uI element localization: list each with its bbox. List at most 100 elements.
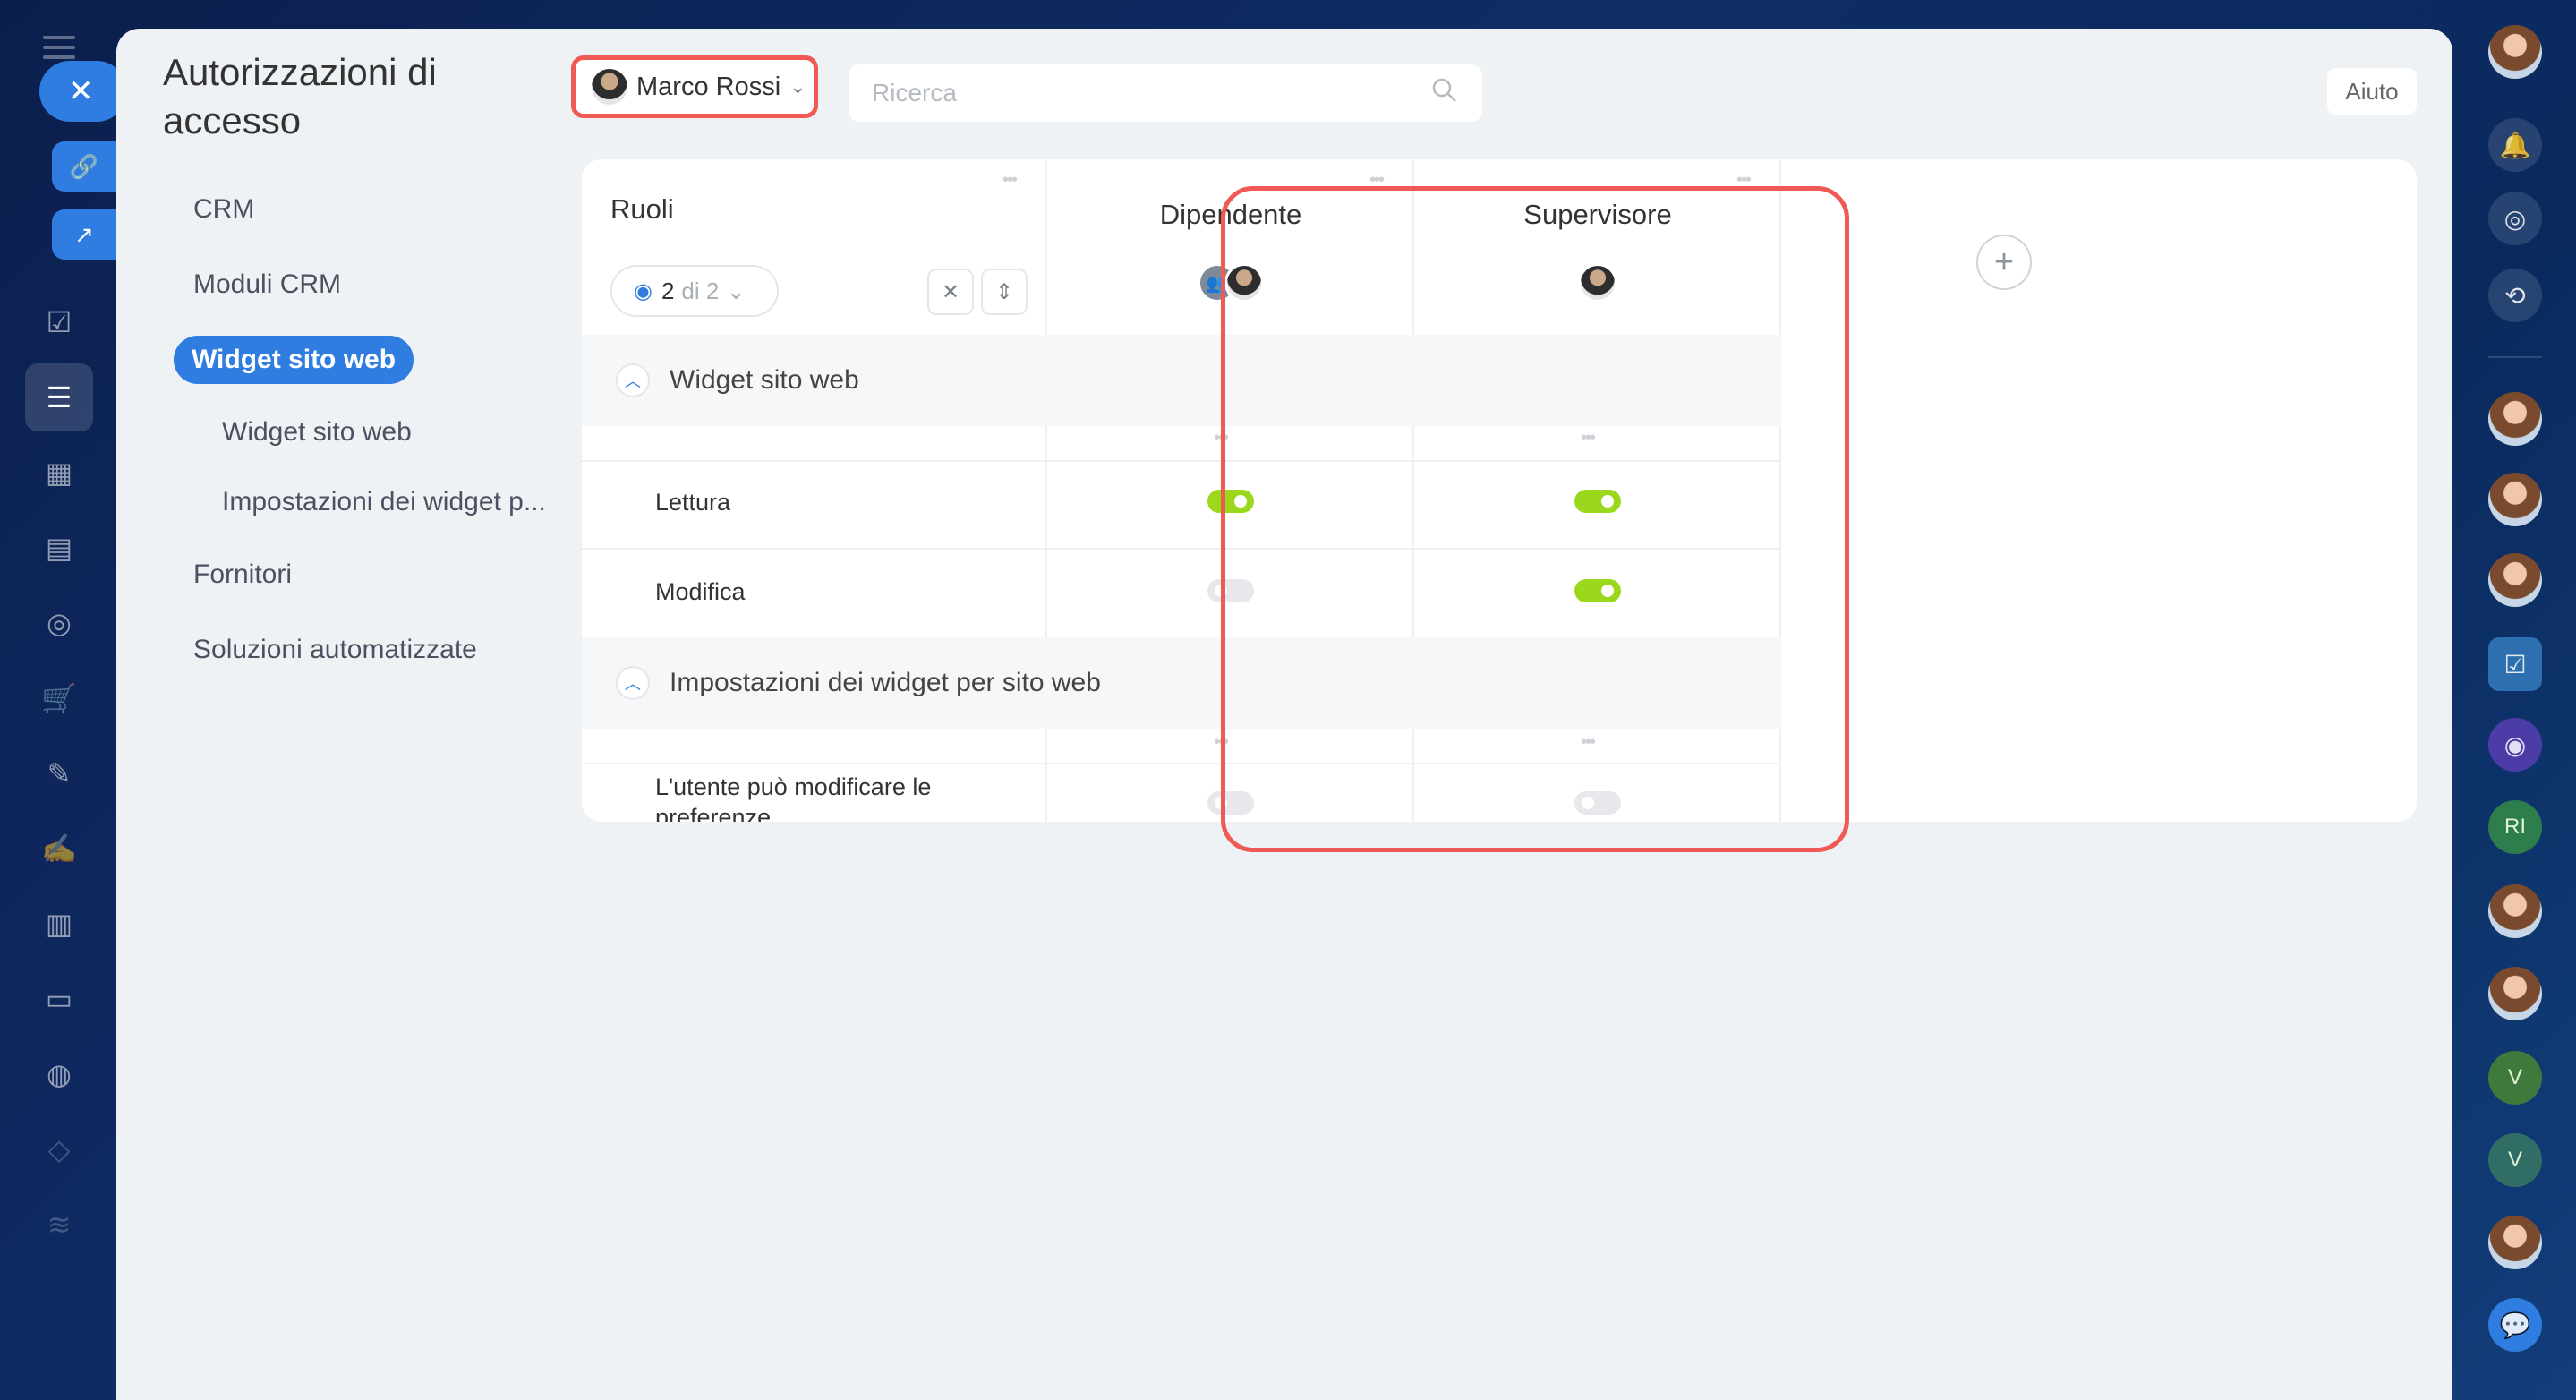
document-icon[interactable]: ✎ (34, 748, 84, 798)
avatar[interactable] (2488, 473, 2542, 526)
permission-label: L'utente può modificare le preferenze (655, 773, 932, 822)
row-divider (582, 548, 1781, 550)
add-role-column: + (1781, 159, 2417, 822)
avatar[interactable] (2488, 1216, 2542, 1269)
role-title[interactable]: Dipendente (1047, 199, 1414, 231)
role-members[interactable] (1414, 263, 1781, 303)
avatar-initials[interactable]: V (2488, 1051, 2542, 1105)
avatar-initials[interactable]: RI (2488, 800, 2542, 854)
cart-icon[interactable]: 🛒 (34, 673, 84, 723)
bell-icon[interactable]: 🔔 (2488, 118, 2542, 172)
copilot-icon[interactable]: ◎ (2488, 192, 2542, 245)
avatar (1578, 263, 1617, 303)
visible-total: di 2 (681, 277, 720, 304)
search-icon (1430, 76, 1459, 111)
lines-icon[interactable]: ≋ (34, 1199, 84, 1250)
expand-all-icon[interactable]: ⇕ (981, 269, 1028, 315)
role-members[interactable]: 👥 (1047, 263, 1414, 303)
current-user-avatar[interactable] (2488, 25, 2542, 79)
sign-icon[interactable]: ✍ (34, 824, 84, 874)
tasks-icon[interactable]: ☑ (34, 297, 84, 347)
chevron-up-icon[interactable]: ︿ (616, 363, 650, 397)
visible-roles-selector[interactable]: ◉ 2 di 2 ⌄ (610, 265, 779, 317)
avatar[interactable] (2488, 967, 2542, 1020)
row-divider (582, 460, 1781, 462)
more-icon[interactable]: ••• (1581, 732, 1596, 753)
avatar[interactable] (2488, 553, 2542, 607)
section-row: ︿ Widget sito web (582, 335, 1781, 426)
robot-icon[interactable]: ◍ (34, 1049, 84, 1099)
toggle-switch[interactable] (1574, 490, 1621, 513)
section-title[interactable]: ︿ Widget sito web (616, 335, 859, 426)
search-input[interactable]: Ricerca (849, 64, 1482, 122)
section-row: ︿ Impostazioni dei widget per sito web (582, 637, 1781, 729)
submenu-item-label: Widget sito web (222, 417, 412, 447)
permissions-table: Ruoli ••• ◉ 2 di 2 ⌄ ✕ ⇕ ••• Dipendente … (582, 159, 2417, 822)
menu-item-automated-solutions[interactable]: Soluzioni automatizzate (145, 612, 610, 687)
divider (2488, 356, 2542, 358)
submenu-item-label: Impostazioni dei widget p... (222, 487, 546, 516)
menu-item-crm[interactable]: CRM (145, 172, 610, 247)
page-title: Autorizzazioni di accesso (163, 51, 437, 141)
menu-item-website-widget[interactable]: Widget sito web (145, 322, 610, 397)
menu-item-label: Fornitori (193, 559, 293, 589)
section-title-text: Widget sito web (670, 365, 859, 395)
chat-icon[interactable]: 💬 (2488, 1298, 2542, 1352)
toggle-switch[interactable] (1207, 791, 1254, 815)
menu-item-label: CRM (193, 194, 255, 224)
more-icon[interactable]: ••• (1369, 170, 1385, 191)
menu-item-suppliers[interactable]: Fornitori (145, 537, 610, 612)
avatar[interactable] (2488, 392, 2542, 446)
submenu-item-widget-settings[interactable]: Impostazioni dei widget p... (145, 467, 610, 537)
target-icon[interactable]: ◎ (34, 598, 84, 648)
chevron-down-icon: ⌄ (789, 75, 806, 98)
main-panel: Autorizzazioni di accesso CRM Moduli CRM… (116, 29, 2452, 1400)
calendar-icon[interactable]: ▦ (34, 448, 84, 498)
avatar[interactable] (2488, 884, 2542, 938)
avatar-initials[interactable]: V (2488, 1133, 2542, 1187)
open-channel-icon[interactable]: ◉ (2488, 718, 2542, 772)
link-icon[interactable]: 🔗 (52, 141, 116, 192)
more-icon[interactable]: ••• (1581, 428, 1596, 448)
analytics-icon[interactable]: ▥ (34, 899, 84, 949)
help-button[interactable]: Aiuto (2327, 68, 2417, 115)
forms-icon[interactable]: ▭ (34, 974, 84, 1024)
toggle-switch[interactable] (1574, 579, 1621, 602)
close-icon[interactable]: ✕ (39, 61, 127, 122)
checklist-icon[interactable]: ☑ (2488, 637, 2542, 691)
more-icon[interactable]: ••• (1214, 732, 1229, 753)
menu-item-label: Widget sito web (174, 336, 414, 384)
hamburger-menu-icon[interactable] (43, 36, 75, 59)
collapse-all-icon[interactable]: ✕ (927, 269, 974, 315)
toggle-switch[interactable] (1574, 791, 1621, 815)
user-selector[interactable]: Marco Rossi ⌄ (571, 55, 818, 118)
more-icon[interactable]: ••• (1736, 170, 1752, 191)
permission-label: Modifica (655, 578, 746, 605)
store-icon[interactable]: ▤ (34, 523, 84, 573)
menu-item-label: Moduli CRM (193, 269, 342, 299)
toggle-switch[interactable] (1207, 579, 1254, 602)
role-title[interactable]: Supervisore (1414, 199, 1781, 231)
left-navigation-rail: ✕ 🔗 ↗ ☑ ☰ ▦ ▤ ◎ 🛒 ✎ ✍ ▥ ▭ ◍ ◇ ≋ (0, 0, 127, 1400)
right-rail: 🔔 ◎ ⟲ ☑ ◉ RI V V 💬 (2452, 0, 2576, 1400)
row-divider (582, 763, 1781, 764)
menu-item-crm-forms[interactable]: Moduli CRM (145, 247, 610, 322)
section-title[interactable]: ︿ Impostazioni dei widget per sito web (616, 637, 1101, 729)
box-icon[interactable]: ◇ (34, 1124, 84, 1174)
submenu-item-website-widget[interactable]: Widget sito web (145, 397, 610, 467)
toggle-switch[interactable] (1207, 490, 1254, 513)
more-icon[interactable]: ••• (1214, 428, 1229, 448)
chat-search-icon[interactable]: ⟲ (2488, 269, 2542, 322)
section-menu: CRM Moduli CRM Widget sito web Widget si… (145, 172, 610, 687)
crm-icon[interactable]: ☰ (25, 363, 93, 431)
menu-item-label: Soluzioni automatizzate (193, 635, 477, 664)
permission-label: Lettura (655, 489, 731, 516)
open-external-icon[interactable]: ↗ (52, 209, 116, 260)
user-avatar (592, 69, 627, 105)
user-name: Marco Rossi (636, 72, 781, 101)
chevron-up-icon[interactable]: ︿ (616, 666, 650, 700)
more-icon[interactable]: ••• (1002, 170, 1018, 191)
add-role-button[interactable]: + (1976, 235, 2032, 290)
roles-header: Ruoli (610, 193, 674, 225)
section-title-text: Impostazioni dei widget per sito web (670, 668, 1101, 697)
